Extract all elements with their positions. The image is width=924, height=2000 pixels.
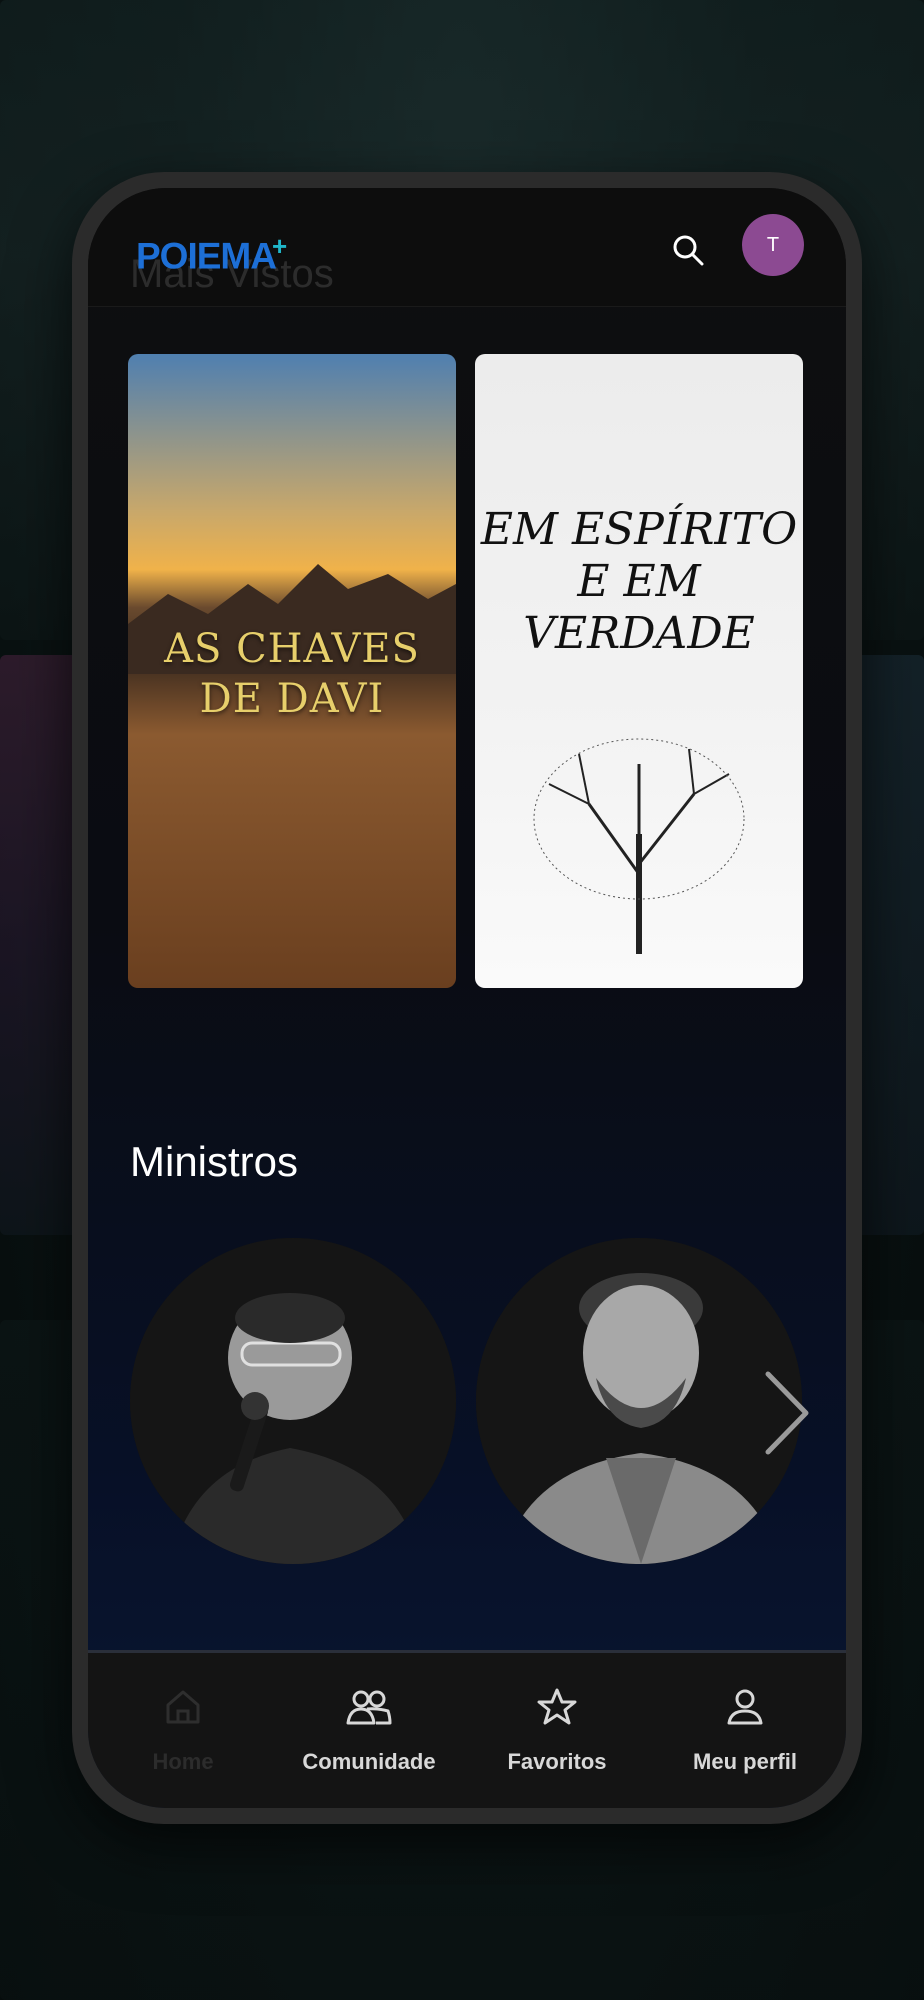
minister-photo — [476, 1238, 802, 1564]
poster-title: EM ESPÍRITO E EM VERDADE — [480, 504, 798, 659]
logo-text: POIEMA — [136, 235, 277, 277]
poiema-logo[interactable]: POIEMA+ — [136, 224, 287, 278]
minister-photo — [130, 1238, 456, 1564]
user-avatar[interactable]: T — [742, 214, 804, 276]
bottom-navigation: Home Comunidade Favoritos Meu perfil — [88, 1650, 846, 1808]
top-bar: Mais Vistos POIEMA+ T — [88, 188, 846, 307]
nav-item-favoritos[interactable]: Favoritos — [462, 1653, 652, 1808]
ministros-heading: Ministros — [130, 1138, 299, 1185]
user-icon — [727, 1689, 763, 1725]
community-icon — [346, 1690, 392, 1725]
phone-frame: Mais Vistos POIEMA+ T AS CHAVES DE DAVI … — [72, 172, 862, 1824]
nav-item-home[interactable]: Home — [88, 1653, 278, 1808]
background-card-left — [0, 655, 80, 1235]
search-button[interactable] — [666, 228, 710, 272]
nav-label-meu-perfil: Meu perfil — [693, 1749, 797, 1774]
search-icon — [673, 235, 704, 266]
featured-card-as-chaves-de-davi[interactable]: AS CHAVES DE DAVI — [128, 354, 456, 988]
poster-title: AS CHAVES DE DAVI — [164, 626, 420, 722]
featured-card-em-espirito-e-em-verdade[interactable]: EM ESPÍRITO E EM VERDADE — [475, 354, 803, 988]
logo-plus: + — [271, 231, 287, 261]
nav-label-home: Home — [152, 1749, 214, 1774]
app-screen: Mais Vistos POIEMA+ T AS CHAVES DE DAVI … — [88, 188, 846, 1808]
chevron-right-icon[interactable] — [756, 1368, 812, 1458]
nav-label-favoritos: Favoritos — [507, 1749, 607, 1774]
nav-item-meu-perfil[interactable]: Meu perfil — [650, 1653, 840, 1808]
nav-item-comunidade[interactable]: Comunidade — [274, 1653, 464, 1808]
nav-label-comunidade: Comunidade — [302, 1749, 436, 1774]
home-icon — [166, 1690, 200, 1724]
minister-card[interactable] — [476, 1238, 802, 1564]
tree-illustration — [533, 738, 745, 954]
minister-card[interactable] — [130, 1238, 456, 1564]
star-icon — [537, 1688, 577, 1725]
